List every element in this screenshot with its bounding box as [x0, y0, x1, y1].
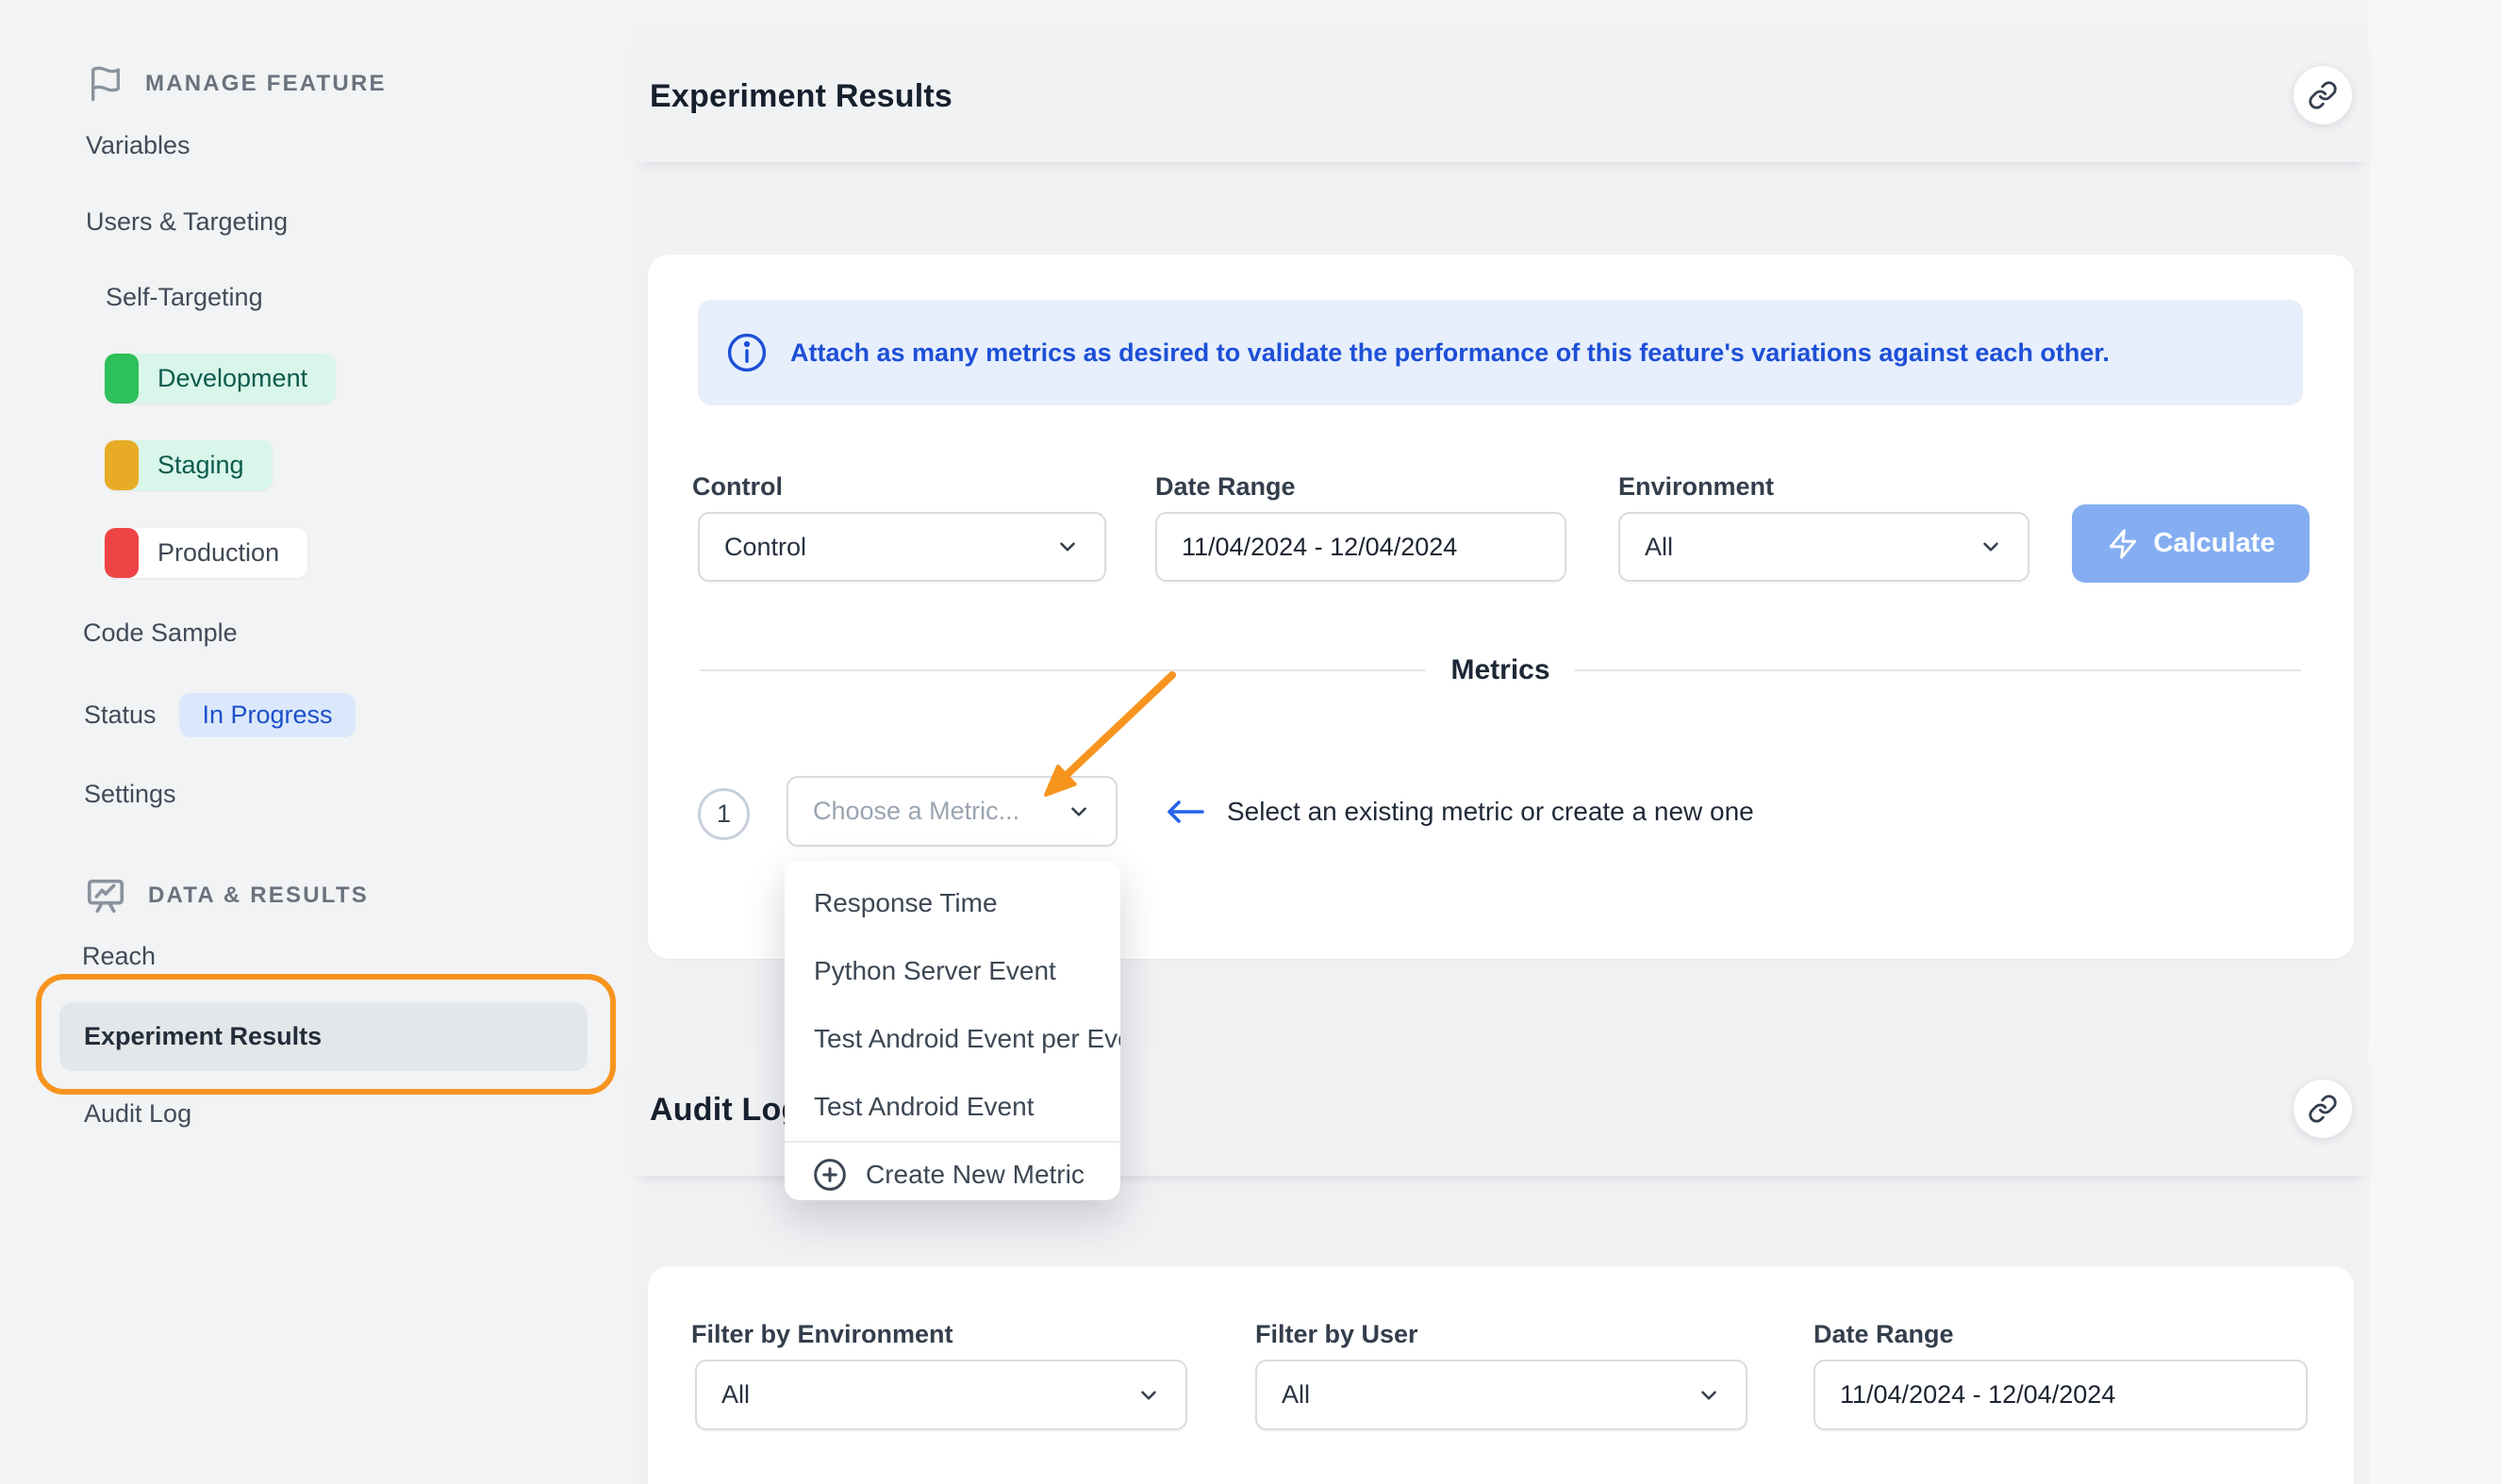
metrics-divider: Metrics [700, 654, 2301, 686]
experiment-results-header: Experiment Results [633, 31, 2369, 162]
sidebar-item-reach[interactable]: Reach [82, 942, 156, 971]
development-color-bar [105, 354, 139, 404]
chevron-down-icon [1136, 1383, 1161, 1408]
environment-select[interactable]: All [1618, 512, 2029, 582]
environment-label: Environment [1618, 472, 1774, 502]
link-icon [2308, 80, 2338, 110]
audit-date-range-label: Date Range [1814, 1320, 1954, 1349]
status-badge: In Progress [179, 693, 356, 737]
circle-plus-icon [811, 1156, 849, 1194]
sidebar-item-audit-log[interactable]: Audit Log [84, 1099, 191, 1129]
metric-hint-text: Select an existing metric or create a ne… [1227, 797, 1754, 827]
sidebar-item-code-sample[interactable]: Code Sample [83, 618, 238, 648]
date-range-value: 11/04/2024 - 12/04/2024 [1182, 533, 1457, 562]
filter-user-select[interactable]: All [1255, 1360, 1747, 1430]
page-title: Experiment Results [650, 78, 952, 115]
create-new-metric-label: Create New Metric [866, 1160, 1085, 1190]
control-select[interactable]: Control [698, 512, 1106, 582]
sidebar-item-status[interactable]: Status [84, 701, 157, 730]
menu-item-test-android-event-per-event[interactable]: Test Android Event per Event [785, 1005, 1120, 1073]
calculate-button[interactable]: Calculate [2072, 504, 2310, 583]
sidebar-item-variables[interactable]: Variables [86, 131, 190, 160]
annotation-arrow [1033, 666, 1193, 807]
staging-color-bar [105, 440, 139, 490]
chevron-down-icon [1979, 535, 2003, 559]
control-select-value: Control [724, 533, 806, 562]
sidebar-item-settings[interactable]: Settings [84, 780, 176, 809]
metric-dropdown-menu: Response Time Python Server Event Test A… [785, 861, 1120, 1200]
filter-environment-value: All [721, 1380, 750, 1410]
copy-link-button[interactable] [2294, 66, 2352, 124]
info-icon [724, 330, 770, 375]
filter-user-label: Filter by User [1255, 1320, 1418, 1349]
lightning-bolt-icon [2107, 528, 2139, 560]
environment-badge-label: Staging [139, 451, 273, 480]
control-label: Control [692, 472, 783, 502]
chevron-down-icon [1055, 535, 1080, 559]
filter-environment-select[interactable]: All [695, 1360, 1187, 1430]
metric-select-placeholder: Choose a Metric... [813, 797, 1019, 826]
audit-log-title: Audit Log [650, 1092, 801, 1129]
copy-link-button-audit[interactable] [2294, 1080, 2352, 1138]
info-banner-text: Attach as many metrics as desired to val… [790, 338, 2110, 368]
calculate-button-label: Calculate [2154, 528, 2276, 559]
environment-badge-label: Development [139, 364, 336, 393]
menu-item-test-android-event[interactable]: Test Android Event [785, 1073, 1120, 1141]
date-range-label: Date Range [1155, 472, 1296, 502]
sidebar-item-self-targeting[interactable]: Self-Targeting [106, 283, 263, 312]
environment-select-value: All [1645, 533, 1673, 562]
environment-badge-production[interactable]: Production [105, 528, 307, 578]
divider-line [1575, 669, 2301, 671]
info-banner: Attach as many metrics as desired to val… [698, 300, 2303, 405]
menu-item-response-time[interactable]: Response Time [785, 869, 1120, 937]
manage-feature-section-header: MANAGE FEATURE [87, 60, 387, 107]
metrics-heading: Metrics [1450, 654, 1549, 686]
environment-badge-development[interactable]: Development [105, 354, 336, 404]
audit-date-range-input[interactable]: 11/04/2024 - 12/04/2024 [1814, 1360, 2308, 1430]
annotation-ring [36, 974, 616, 1095]
data-results-section-label: DATA & RESULTS [148, 882, 369, 909]
flag-icon [87, 62, 124, 106]
metric-step-number: 1 [698, 788, 750, 840]
presentation-chart-icon [84, 872, 127, 919]
metric-hint-row: Select an existing metric or create a ne… [1163, 797, 1754, 827]
right-gutter [2369, 0, 2501, 1484]
manage-feature-section-label: MANAGE FEATURE [145, 71, 387, 97]
filter-user-value: All [1282, 1380, 1310, 1410]
chevron-down-icon [1697, 1383, 1721, 1408]
environment-badge-staging[interactable]: Staging [105, 440, 273, 490]
create-new-metric-option[interactable]: Create New Metric [785, 1141, 1120, 1200]
production-color-bar [105, 528, 139, 578]
menu-item-python-server-event[interactable]: Python Server Event [785, 937, 1120, 1005]
data-results-section-header: DATA & RESULTS [84, 871, 369, 920]
link-icon [2308, 1094, 2338, 1124]
audit-date-range-value: 11/04/2024 - 12/04/2024 [1840, 1380, 2115, 1410]
app-screen: MANAGE FEATURE Variables Users & Targeti… [0, 0, 2501, 1484]
sidebar-item-users-targeting[interactable]: Users & Targeting [86, 207, 288, 237]
filter-environment-label: Filter by Environment [691, 1320, 953, 1349]
environment-badge-label: Production [139, 538, 307, 568]
date-range-input[interactable]: 11/04/2024 - 12/04/2024 [1155, 512, 1566, 582]
